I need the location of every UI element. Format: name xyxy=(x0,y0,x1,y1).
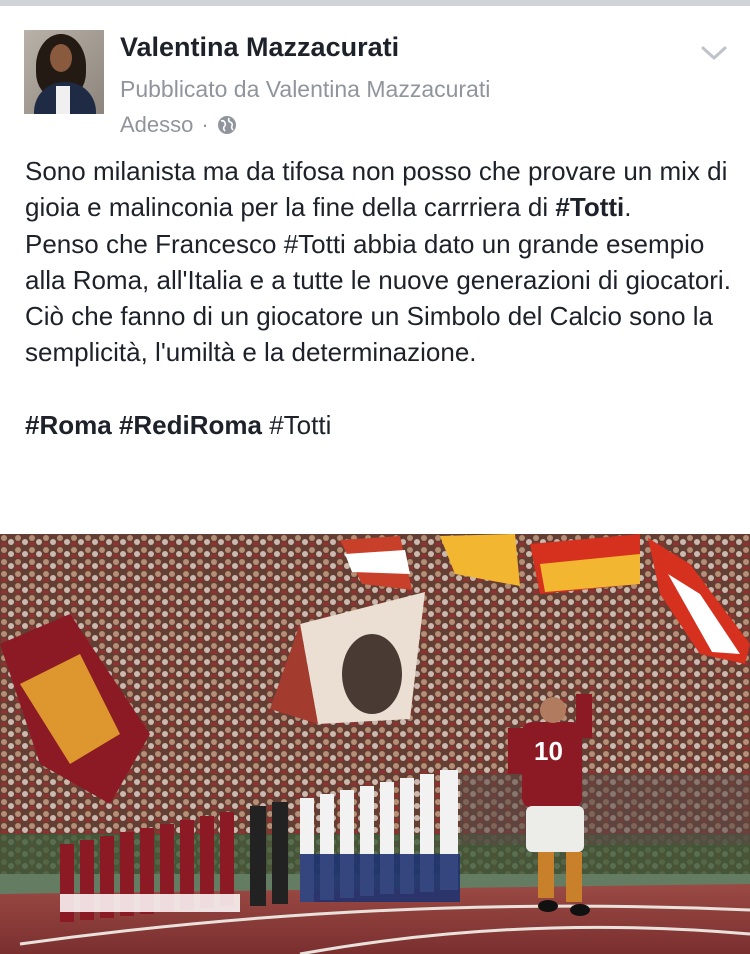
hashtag-totti[interactable]: #Totti xyxy=(555,192,624,222)
author-name[interactable]: Valentina Mazzacurati xyxy=(120,32,399,63)
chevron-down-icon[interactable] xyxy=(700,44,728,64)
post-paragraph-2: Penso che Francesco #Totti abbia dato un… xyxy=(25,228,731,295)
post-header: Valentina Mazzacurati Pubblicato da Vale… xyxy=(0,6,750,146)
post-photo[interactable]: 10 xyxy=(0,534,750,954)
post-paragraph-3: Ciò che fanno di un giocatore un Simbolo… xyxy=(25,301,713,368)
post-text: Sono milanista ma da tifosa non posso ch… xyxy=(25,153,735,443)
hashtag-rediroma[interactable]: #RediRoma xyxy=(119,410,262,440)
post-paragraph-1: Sono milanista ma da tifosa non posso ch… xyxy=(25,156,728,223)
avatar[interactable] xyxy=(24,30,104,114)
hashtag-roma[interactable]: #Roma xyxy=(25,410,112,440)
meta-separator: · xyxy=(201,112,209,137)
jersey-number: 10 xyxy=(534,736,563,766)
published-by: Pubblicato da Valentina Mazzacurati xyxy=(120,76,491,102)
post-meta: Adesso · xyxy=(120,112,237,138)
timestamp[interactable]: Adesso xyxy=(120,112,193,138)
hashtag-row: #Roma #RediRoma #Totti xyxy=(25,407,735,443)
globe-icon[interactable] xyxy=(217,115,237,135)
hashtag-totti-2[interactable]: #Totti xyxy=(269,410,331,440)
